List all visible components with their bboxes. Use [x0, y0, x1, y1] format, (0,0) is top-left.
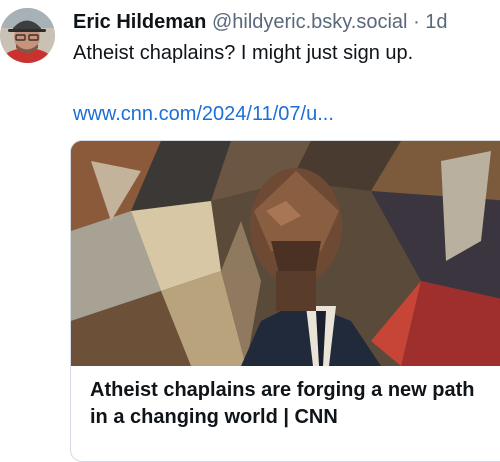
post-timestamp[interactable]: 1d — [425, 11, 447, 33]
card-title[interactable]: Atheist chaplains are forging a new path… — [90, 377, 490, 431]
link-preview-card[interactable]: Atheist chaplains are forging a new path… — [70, 140, 500, 462]
post-link[interactable]: www.cnn.com/2024/11/07/u... — [73, 102, 334, 126]
separator-dot: · — [413, 11, 420, 33]
post-text: Atheist chaplains? I might just sign up. — [73, 42, 414, 64]
avatar-image — [0, 8, 55, 63]
author-name[interactable]: Eric Hildeman — [73, 11, 206, 33]
avatar[interactable] — [0, 8, 55, 63]
author-handle[interactable]: @hildyeric.bsky.social — [212, 11, 408, 33]
post-header: Eric Hildeman @hildyeric.bsky.social · 1… — [73, 10, 500, 34]
card-thumbnail-image — [71, 141, 500, 366]
